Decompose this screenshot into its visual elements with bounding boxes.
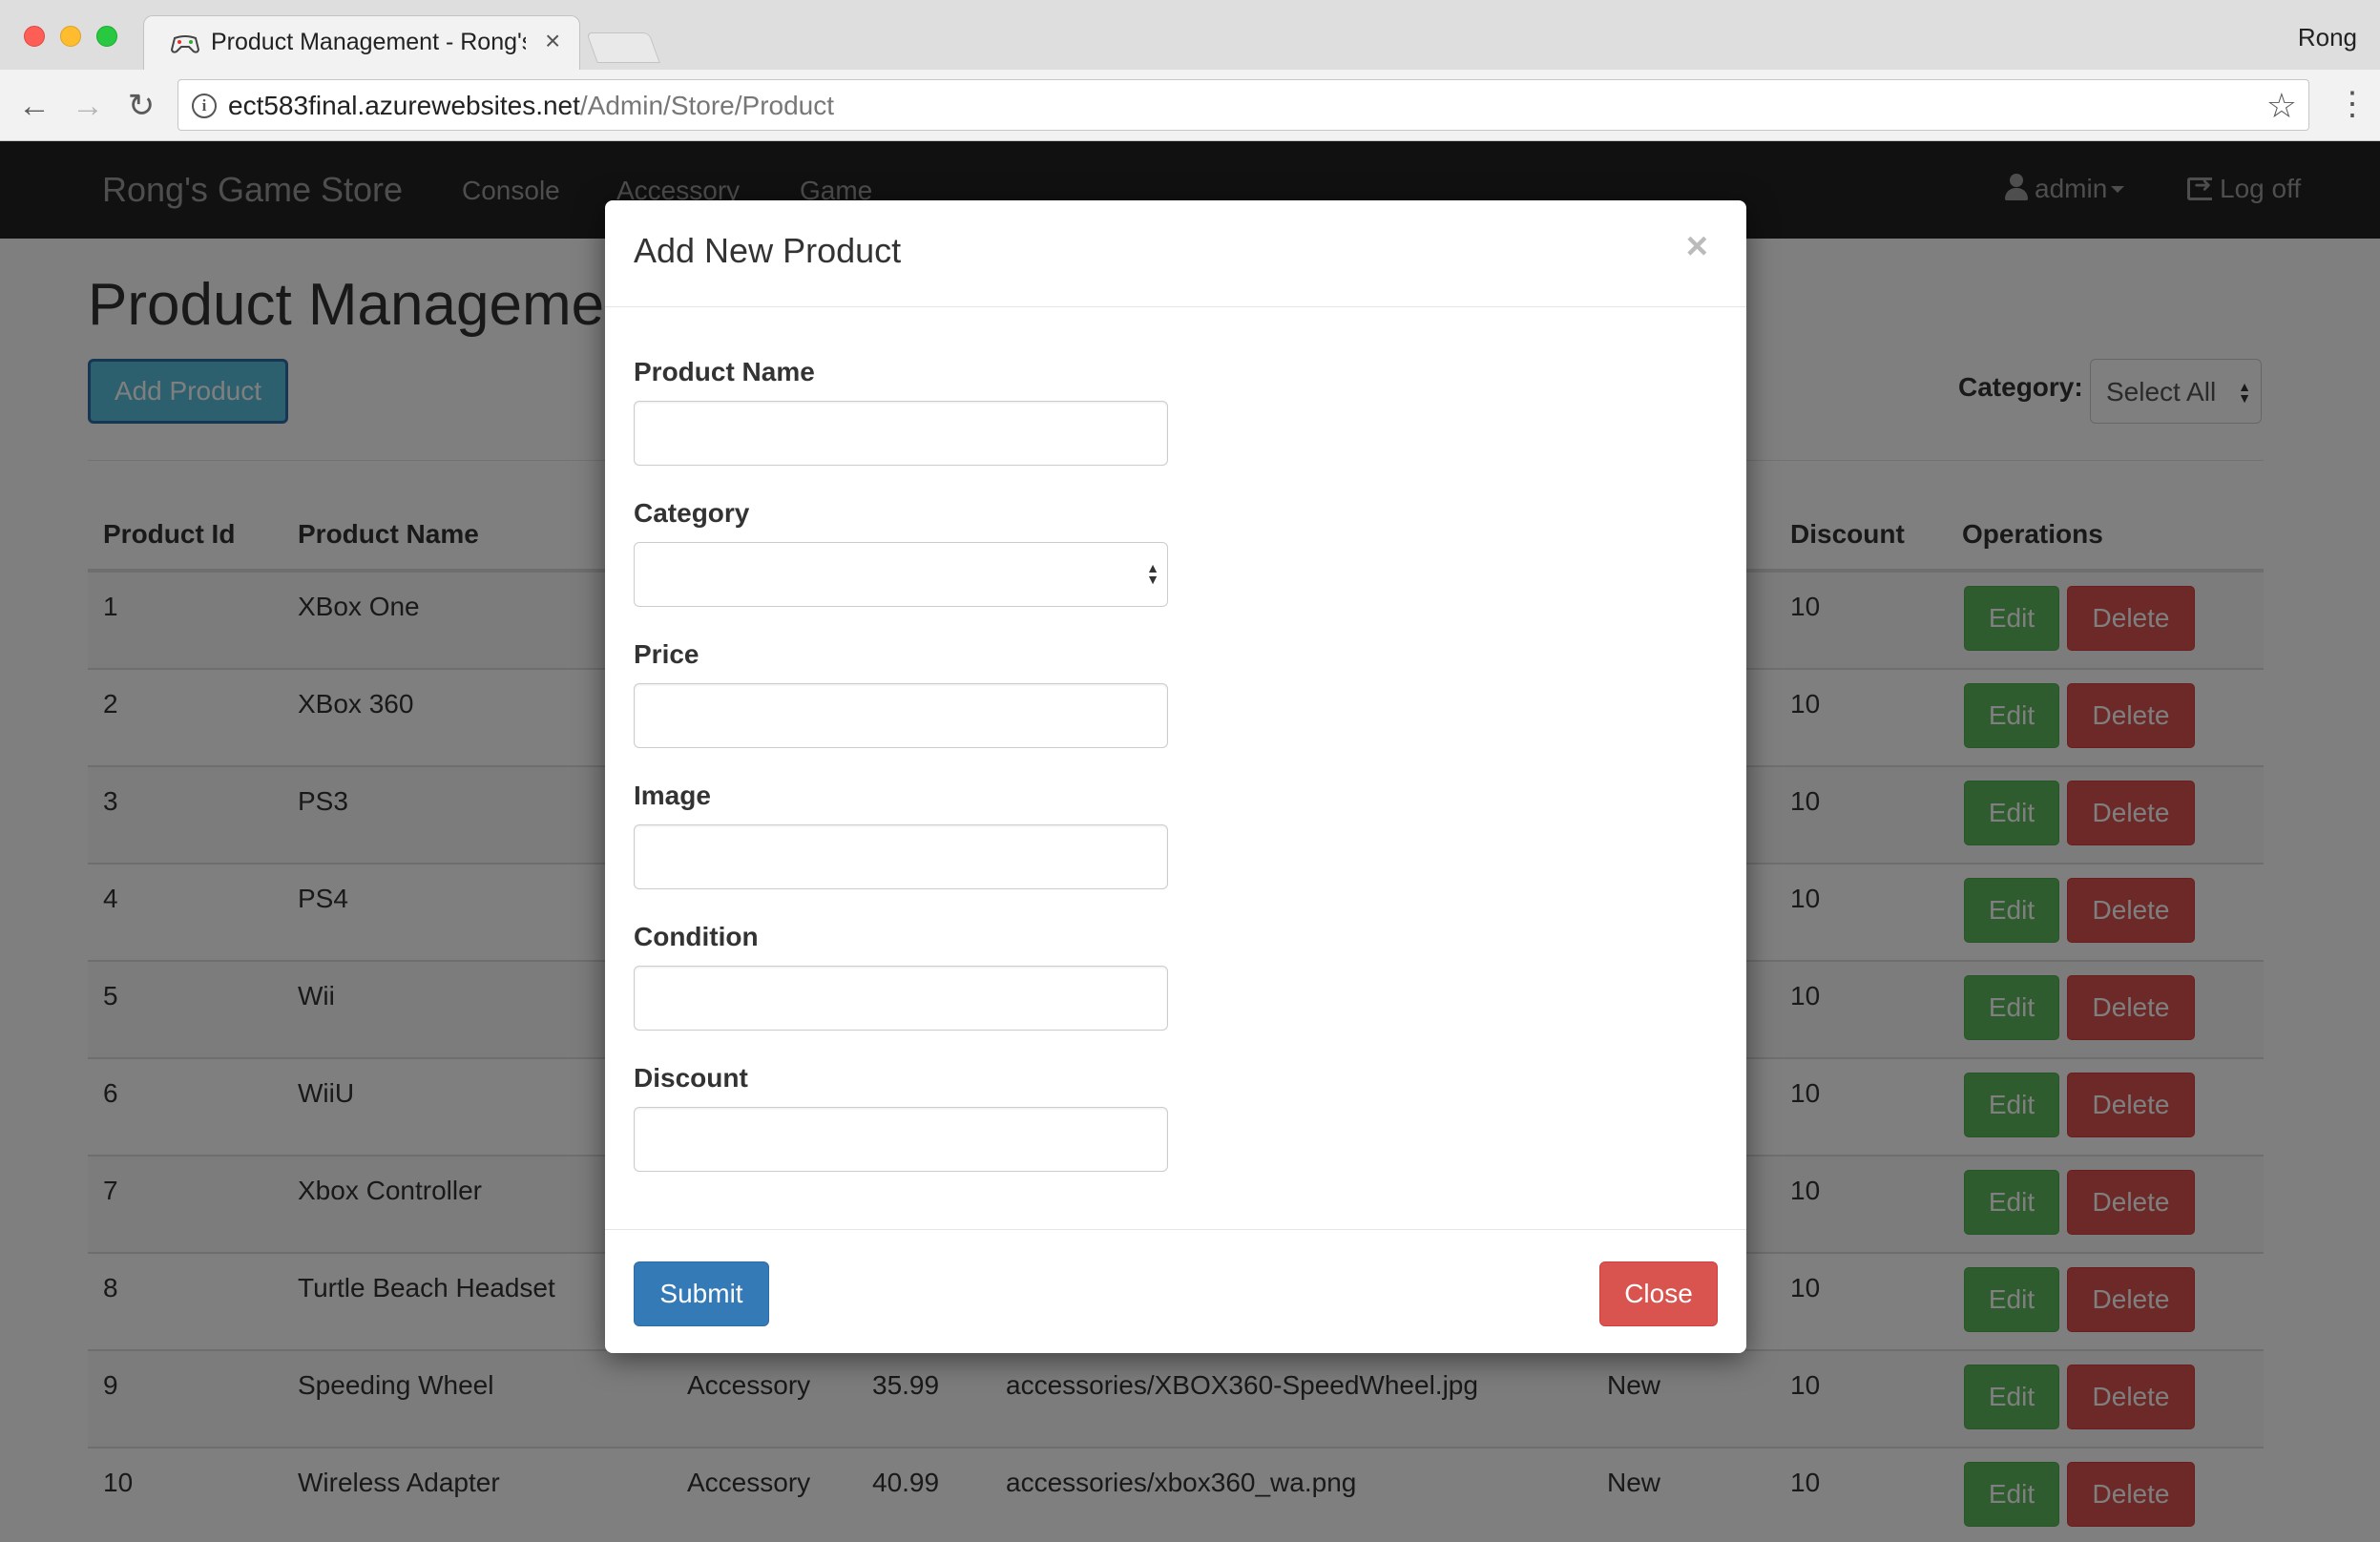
image-label: Image [634,781,711,810]
modal-title: Add New Product [634,231,902,270]
image-input[interactable] [634,824,1168,889]
profile-name[interactable]: Rong [2298,23,2357,52]
select-updown-icon: ▲▼ [1146,560,1159,587]
reload-icon[interactable]: ↻ [122,87,160,125]
window-minimize-icon[interactable] [60,26,81,47]
modal-footer-divider [605,1229,1746,1230]
condition-label: Condition [634,922,759,951]
tab-close-icon[interactable]: × [545,26,560,56]
add-product-modal: Add New Product × Product Name Category … [605,200,1746,1353]
price-label: Price [634,639,699,669]
price-input[interactable] [634,683,1168,748]
gamepad-favicon-icon [171,35,199,53]
product-name-input[interactable] [634,401,1168,466]
category-select[interactable]: ▲ ▼ [634,542,1168,607]
window-zoom-icon[interactable] [96,26,117,47]
tab-title: Product Management - Rong's Game Store [211,29,526,55]
browser-tab[interactable]: Product Management - Rong's Game Store × [143,15,580,71]
kebab-menu-icon[interactable]: ⋮ [2336,85,2369,123]
address-bar[interactable]: i ect583final.azurewebsites.net/Admin/St… [177,79,2309,131]
page-content: Rong's Game Store Console Accessory Game… [0,141,2380,1542]
back-arrow-icon[interactable]: ← [15,87,53,125]
product-name-label: Product Name [634,357,815,386]
forward-arrow-icon[interactable]: → [69,87,107,125]
discount-input[interactable] [634,1107,1168,1172]
window-close-icon[interactable] [24,26,45,47]
star-icon[interactable]: ☆ [2266,86,2297,126]
modal-header: Add New Product × [605,200,1746,307]
close-button[interactable]: Close [1599,1261,1718,1326]
condition-input[interactable] [634,966,1168,1031]
category-label: Category [634,498,750,528]
url-text[interactable]: ect583final.azurewebsites.net/Admin/Stor… [228,91,834,121]
new-tab-button[interactable] [586,32,660,63]
submit-button[interactable]: Submit [634,1261,769,1326]
browser-titlebar: Product Management - Rong's Game Store ×… [0,0,2380,71]
discount-label: Discount [634,1063,748,1093]
info-icon[interactable]: i [192,94,217,118]
browser-toolbar: ← → ↻ i ect583final.azurewebsites.net/Ad… [0,70,2380,141]
close-icon[interactable]: × [1686,225,1708,268]
